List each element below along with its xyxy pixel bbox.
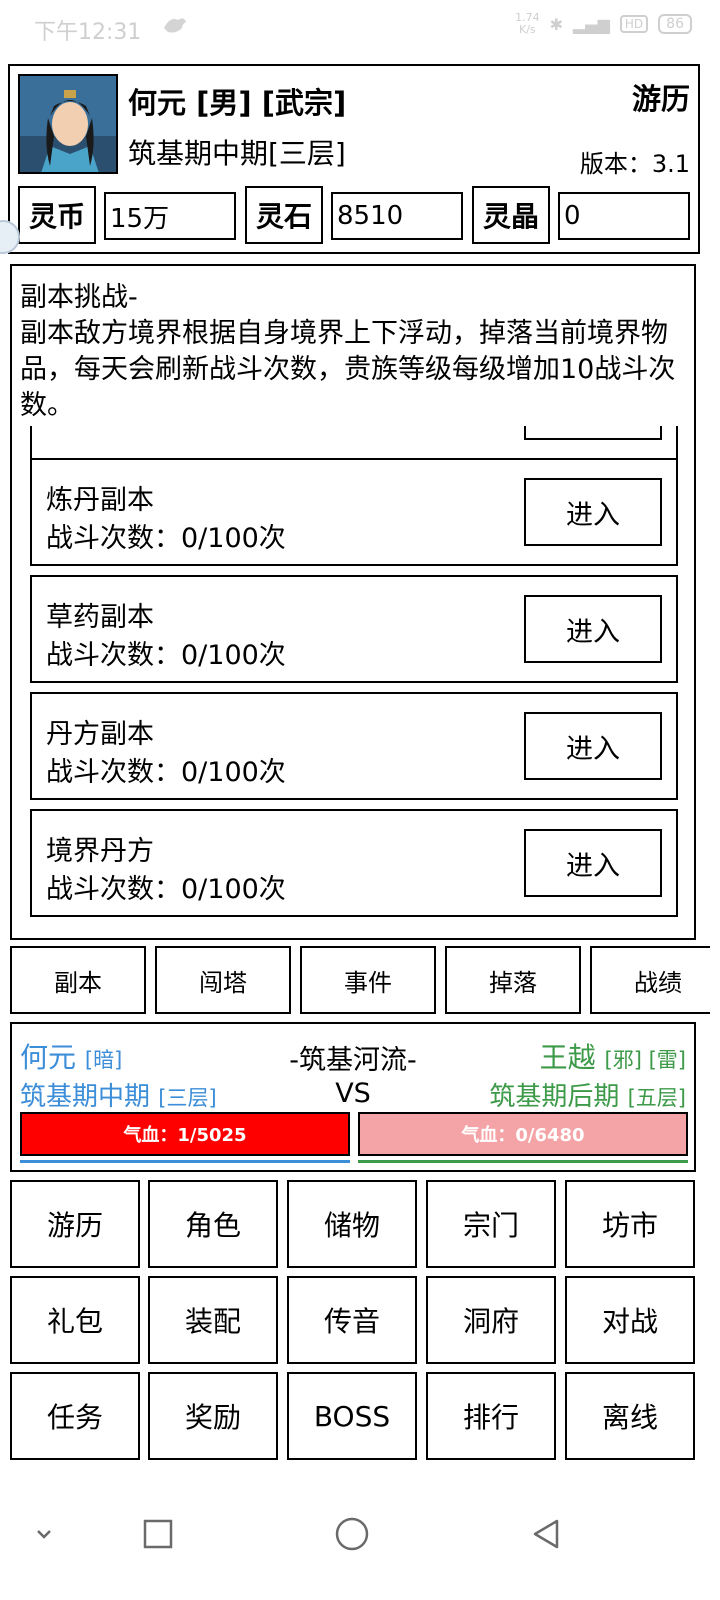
enter-button-clipped[interactable] bbox=[524, 426, 662, 440]
menu-ranking[interactable]: 排行 bbox=[426, 1372, 556, 1460]
dungeon-name: 草药副本 bbox=[46, 602, 154, 633]
menu-travel[interactable]: 游历 bbox=[10, 1180, 140, 1268]
menu-storage[interactable]: 储物 bbox=[287, 1180, 417, 1268]
currency-value-lingshi: 8510 bbox=[331, 192, 463, 240]
menu-offline[interactable]: 离线 bbox=[565, 1372, 695, 1460]
signal-icon: ▂▄▆ bbox=[572, 14, 610, 34]
battle-panel: 何元 [暗] 筑基期中期 [三层] -筑基河流- VS 王越 [邪] [雷] 筑… bbox=[10, 1022, 696, 1172]
dungeon-card: 草药副本 战斗次数：0/100次 进入 bbox=[30, 575, 678, 683]
tab-tower[interactable]: 闯塔 bbox=[155, 946, 291, 1014]
tab-bar: 副本 闯塔 事件 掉落 战绩 bbox=[10, 946, 710, 1016]
menu-sect[interactable]: 宗门 bbox=[426, 1180, 556, 1268]
enemy-realm: 筑基期后期 bbox=[489, 1082, 620, 1112]
recent-apps-icon[interactable] bbox=[128, 1504, 188, 1564]
currency-label-lingbi: 灵币 bbox=[18, 186, 96, 244]
dungeon-card: 炼丹副本 战斗次数：0/100次 进入 bbox=[30, 458, 678, 566]
battle-count: 战斗次数：0/100次 bbox=[46, 757, 286, 788]
version-text: 版本：3.1 bbox=[579, 150, 690, 178]
currency-value-lingjing: 0 bbox=[558, 192, 690, 240]
menu-boss[interactable]: BOSS bbox=[287, 1372, 417, 1460]
dungeon-panel: 副本挑战- 副本敌方境界根据自身境界上下浮动，掉落当前境界物品，每天会刷新战斗次… bbox=[10, 264, 696, 940]
chevron-down-icon[interactable] bbox=[14, 1504, 74, 1564]
enemy-tags: [邪] [雷] bbox=[604, 1048, 686, 1072]
enter-button[interactable]: 进入 bbox=[524, 595, 662, 663]
enemy-underline bbox=[358, 1160, 688, 1163]
panel-body: 副本敌方境界根据自身境界上下浮动，掉落当前境界物品，每天会刷新战斗次数，贵族等级… bbox=[20, 318, 676, 421]
menu-market[interactable]: 坊市 bbox=[565, 1180, 695, 1268]
panel-description: 副本挑战- 副本敌方境界根据自身境界上下浮动，掉落当前境界物品，每天会刷新战斗次… bbox=[20, 280, 688, 424]
menu-gift[interactable]: 礼包 bbox=[10, 1276, 140, 1364]
app-notification-icon bbox=[162, 14, 188, 42]
bluetooth-icon: ✱ bbox=[549, 14, 563, 34]
menu-pvp[interactable]: 对战 bbox=[565, 1276, 695, 1364]
dungeon-name: 丹方副本 bbox=[46, 719, 154, 750]
enemy-name: 王越 bbox=[539, 1041, 596, 1074]
menu-quest[interactable]: 任务 bbox=[10, 1372, 140, 1460]
battery-icon: 86 bbox=[658, 14, 692, 34]
home-icon[interactable] bbox=[322, 1504, 382, 1564]
dungeon-card: 丹方副本 战斗次数：0/100次 进入 bbox=[30, 692, 678, 800]
travel-link[interactable]: 游历 bbox=[632, 76, 690, 118]
dungeon-card: 境界丹方 战斗次数：0/100次 进入 bbox=[30, 809, 678, 917]
menu-message[interactable]: 传音 bbox=[287, 1276, 417, 1364]
character-avatar[interactable] bbox=[18, 74, 118, 174]
character-realm: 筑基期中期[三层] bbox=[128, 137, 346, 170]
character-name: 何元 [男] [武宗] bbox=[128, 86, 347, 120]
character-header: 何元 [男] [武宗] 筑基期中期[三层] 游历 版本：3.1 灵币 15万 灵… bbox=[8, 64, 700, 254]
enemy-name-line: 王越 [邪] [雷] bbox=[540, 1036, 686, 1076]
enemy-realm-line: 筑基期后期 [五层] bbox=[489, 1076, 686, 1113]
menu-reward[interactable]: 奖励 bbox=[148, 1372, 278, 1460]
status-icons: 1.74 K/s ✱ ▂▄▆ HD 86 bbox=[515, 12, 692, 36]
enemy-layer: [五层] bbox=[627, 1086, 686, 1110]
tab-drops[interactable]: 掉落 bbox=[445, 946, 581, 1014]
enter-button[interactable]: 进入 bbox=[524, 478, 662, 546]
tab-dungeon[interactable]: 副本 bbox=[10, 946, 146, 1014]
battle-count: 战斗次数：0/100次 bbox=[46, 523, 286, 554]
hd-badge: HD bbox=[619, 15, 649, 33]
player-hp-bar: 气血：1/5025 bbox=[20, 1112, 350, 1156]
menu-character[interactable]: 角色 bbox=[148, 1180, 278, 1268]
system-nav-bar bbox=[0, 1480, 720, 1600]
back-icon[interactable] bbox=[516, 1504, 576, 1564]
enter-button[interactable]: 进入 bbox=[524, 829, 662, 897]
battle-count: 战斗次数：0/100次 bbox=[46, 640, 286, 671]
player-underline bbox=[20, 1160, 350, 1163]
dungeon-card-clipped bbox=[30, 426, 678, 460]
tab-events[interactable]: 事件 bbox=[300, 946, 436, 1014]
menu-cave[interactable]: 洞府 bbox=[426, 1276, 556, 1364]
dungeon-list[interactable]: 炼丹副本 战斗次数：0/100次 进入 草药副本 战斗次数：0/100次 进入 … bbox=[12, 426, 694, 926]
tab-records[interactable]: 战绩 bbox=[590, 946, 710, 1014]
status-time: 下午12:31 bbox=[34, 20, 142, 45]
dungeon-name: 境界丹方 bbox=[46, 836, 154, 867]
menu-equip[interactable]: 装配 bbox=[148, 1276, 278, 1364]
currency-label-lingjing: 灵晶 bbox=[472, 186, 550, 244]
enter-button[interactable]: 进入 bbox=[524, 712, 662, 780]
network-speed: 1.74 K/s bbox=[515, 11, 540, 36]
currency-label-lingshi: 灵石 bbox=[245, 186, 323, 244]
panel-title: 副本挑战- bbox=[20, 282, 138, 313]
currency-value-lingbi: 15万 bbox=[104, 192, 236, 240]
enemy-hp-bar: 气血：0/6480 bbox=[358, 1112, 688, 1156]
status-bar: 下午12:31 1.74 K/s ✱ ▂▄▆ HD 86 bbox=[0, 0, 720, 58]
dungeon-name: 炼丹副本 bbox=[46, 485, 154, 516]
battle-count: 战斗次数：0/100次 bbox=[46, 874, 286, 905]
